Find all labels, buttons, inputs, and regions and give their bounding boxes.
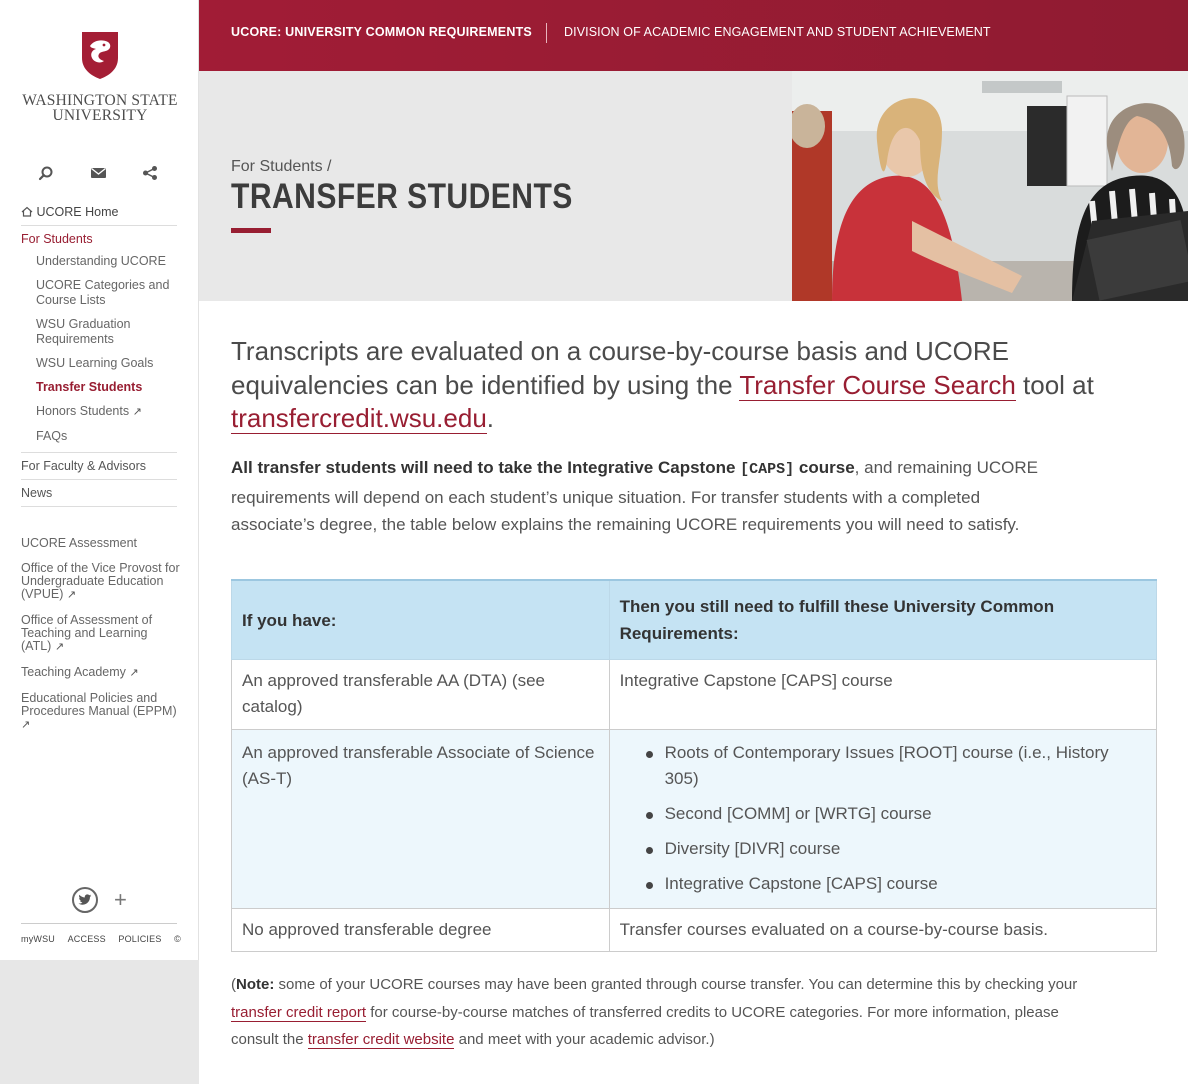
nav-ucore-categories[interactable]: UCORE Categories and Course Lists xyxy=(36,274,177,313)
nav-transfer-students[interactable]: Transfer Students xyxy=(36,376,177,400)
list-item: Second [COMM] or [WRTG] course xyxy=(644,801,1146,827)
cougar-shield-icon xyxy=(82,32,118,79)
requirements-list: Roots of Contemporary Issues [ROOT] cour… xyxy=(620,740,1146,897)
intro-lead: Transcripts are evaluated on a course-by… xyxy=(231,335,1161,436)
link-atl-label: Office of Assessment of Teaching and Lea… xyxy=(21,613,153,653)
note-label: Note: xyxy=(236,976,275,993)
nav-honors-students[interactable]: Honors Students ↗ xyxy=(36,400,177,425)
footer-access[interactable]: ACCESS xyxy=(68,934,106,944)
nav-for-students-label: For Students xyxy=(21,232,93,246)
external-link-icon: ↗ xyxy=(66,589,77,601)
requirements-table: If you have: Then you still need to fulf… xyxy=(231,579,1158,952)
share-icon[interactable] xyxy=(138,162,162,184)
link-eppm[interactable]: Educational Policies and Procedures Manu… xyxy=(21,692,181,732)
twitter-icon[interactable] xyxy=(72,887,98,913)
transfercredit-link[interactable]: transfercredit.wsu.edu xyxy=(231,403,487,434)
list-item: Integrative Capstone [CAPS] course xyxy=(644,871,1146,897)
transfer-course-search-link[interactable]: Transfer Course Search xyxy=(739,369,1016,401)
external-link-icon: ↗ xyxy=(129,667,139,679)
table-header-need: Then you still need to fulfill these Uni… xyxy=(608,579,1158,660)
note-paragraph: (Note: some of your UCORE courses may ha… xyxy=(231,971,1091,1054)
nav-ucore-home[interactable]: UCORE Home xyxy=(21,199,177,226)
sidebar-nav: UCORE Home For Students Understanding UC… xyxy=(21,199,177,507)
search-icon[interactable] xyxy=(34,162,58,184)
page-hero: For Students / TRANSFER STUDENTS xyxy=(199,71,1188,301)
transfer-paragraph: All transfer students will need to take … xyxy=(231,454,1051,539)
table-cell-need: Transfer courses evaluated on a course-b… xyxy=(608,908,1158,952)
footer-policies[interactable]: POLICIES xyxy=(118,934,161,944)
nav-faqs[interactable]: FAQs xyxy=(36,425,177,449)
link-ucore-assessment[interactable]: UCORE Assessment xyxy=(21,537,181,550)
table-cell-need: Integrative Capstone [CAPS] course xyxy=(608,659,1158,730)
transfer-credit-report-link[interactable]: transfer credit report xyxy=(231,1003,367,1022)
list-item: Diversity [DIVR] course xyxy=(644,836,1146,862)
table-cell-have: No approved transferable degree xyxy=(231,908,610,952)
link-vpue-label: Office of the Vice Provost for Undergrad… xyxy=(21,561,180,601)
page-title: TRANSFER STUDENTS xyxy=(231,177,573,216)
link-atl[interactable]: Office of Assessment of Teaching and Lea… xyxy=(21,614,181,654)
division-link[interactable]: DIVISION OF ACADEMIC ENGAGEMENT AND STUD… xyxy=(564,25,991,39)
table-header-have: If you have: xyxy=(231,579,610,660)
link-eppm-label: Educational Policies and Procedures Manu… xyxy=(21,691,177,718)
link-teaching-academy[interactable]: Teaching Academy ↗ xyxy=(21,666,181,680)
title-accent-bar xyxy=(231,228,271,233)
breadcrumb[interactable]: For Students / xyxy=(231,158,332,176)
external-link-icon: ↗ xyxy=(54,641,65,653)
transfer-credit-website-link[interactable]: transfer credit website xyxy=(307,1031,455,1049)
header-divider xyxy=(546,23,547,43)
footer-copyright[interactable]: © xyxy=(174,934,181,944)
para-bold-end: course xyxy=(794,458,855,477)
nav-wsu-graduation[interactable]: WSU Graduation Requirements xyxy=(36,313,177,352)
note-text-1: some of your UCORE courses may have been… xyxy=(274,976,1078,993)
sidebar: Washington State University UCORE Home F… xyxy=(0,0,199,1084)
para-bold-start: All transfer students will need to take … xyxy=(231,458,741,477)
lead-text-2: tool at xyxy=(1015,369,1094,400)
table-row: An approved transferable Associate of Sc… xyxy=(231,729,1158,909)
nav-honors-students-label: Honors Students xyxy=(36,404,130,418)
table-cell-have: An approved transferable AA (DTA) (see c… xyxy=(231,659,610,730)
wordmark: Washington State University xyxy=(20,92,180,124)
home-icon xyxy=(21,205,36,219)
table-row: An approved transferable AA (DTA) (see c… xyxy=(231,659,1158,730)
link-teaching-academy-label: Teaching Academy xyxy=(21,665,126,679)
lead-text-3: . xyxy=(486,403,495,433)
table-cell-have: An approved transferable Associate of Sc… xyxy=(231,729,610,909)
table-header-row: If you have: Then you still need to fulf… xyxy=(231,579,1158,660)
external-link-icon: ↗ xyxy=(21,719,31,731)
wsu-logo[interactable]: Washington State University xyxy=(20,30,180,123)
nav-wsu-learning-goals[interactable]: WSU Learning Goals xyxy=(36,352,177,376)
nav-for-students-submenu: Understanding UCORE UCORE Categories and… xyxy=(21,250,177,453)
note-text-3: and meet with your academic advisor.) xyxy=(454,1031,715,1048)
site-title[interactable]: UCORE: UNIVERSITY COMMON REQUIREMENTS xyxy=(231,25,532,39)
sidebar-tools xyxy=(20,162,176,184)
nav-understanding-ucore[interactable]: Understanding UCORE xyxy=(36,250,177,274)
external-link-icon: ↗ xyxy=(132,406,142,418)
email-icon[interactable] xyxy=(86,162,110,184)
nav-news[interactable]: News xyxy=(21,480,177,507)
wordmark-line2: University xyxy=(52,107,148,124)
list-item: Roots of Contemporary Issues [ROOT] cour… xyxy=(644,740,1146,792)
more-social-icon[interactable]: + xyxy=(114,889,127,911)
caps-code: [CAPS] xyxy=(740,461,795,478)
social-links: + xyxy=(72,887,127,913)
table-row: No approved transferable degree Transfer… xyxy=(231,908,1158,952)
footer-mywsu[interactable]: myWSU xyxy=(21,934,55,944)
para-bold: All transfer students will need to take … xyxy=(231,458,855,478)
footer-divider xyxy=(21,923,177,924)
link-vpue[interactable]: Office of the Vice Provost for Undergrad… xyxy=(21,562,181,602)
nav-for-faculty[interactable]: For Faculty & Advisors xyxy=(21,453,177,480)
nav-ucore-home-label: UCORE Home xyxy=(36,205,119,219)
nav-for-students[interactable]: For Students xyxy=(21,226,177,250)
hero-photo xyxy=(792,71,1188,301)
wordmark-line1: Washington State xyxy=(22,92,178,109)
site-header: UCORE: UNIVERSITY COMMON REQUIREMENTS DI… xyxy=(199,0,1188,71)
footer-links: myWSU ACCESS POLICIES © xyxy=(21,934,181,944)
sidebar-related-links: UCORE Assessment Office of the Vice Prov… xyxy=(21,537,181,744)
table-cell-need: Roots of Contemporary Issues [ROOT] cour… xyxy=(608,729,1158,909)
